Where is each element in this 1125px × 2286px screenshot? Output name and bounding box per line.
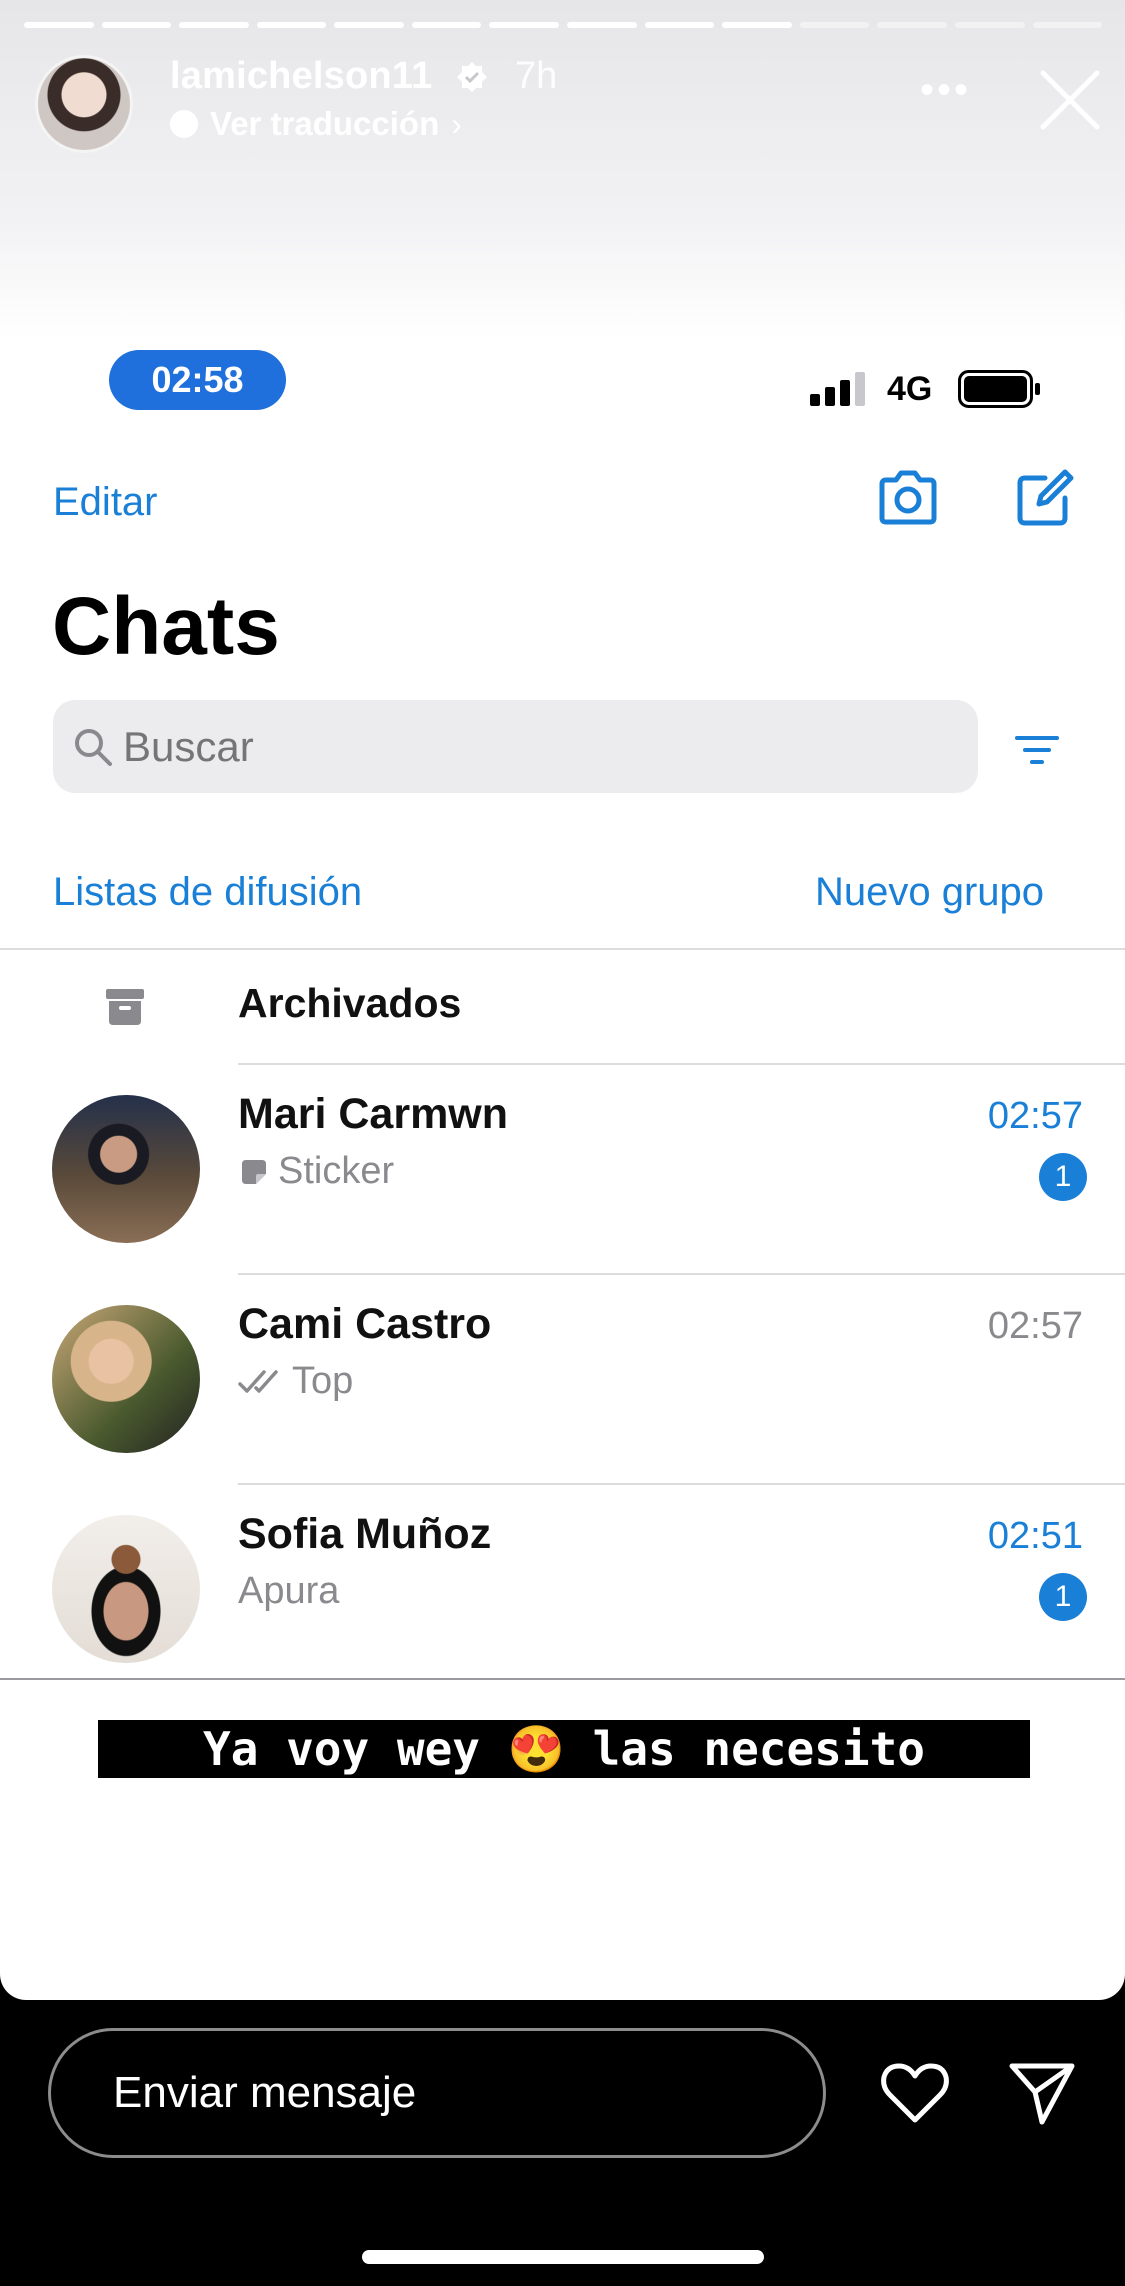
avatar [52,1305,200,1453]
progress-segment [101,22,172,28]
progress-segment [24,22,94,28]
translate-button[interactable]: Ver traducción › [170,105,462,143]
progress-segment [722,22,792,28]
chat-preview-text: Apura [238,1570,340,1612]
progress-segment [334,22,404,28]
close-icon[interactable] [1035,65,1105,135]
verified-badge-icon [457,62,487,92]
translate-icon [170,110,198,138]
story-caption: Ya voy wey 😍 las necesito [98,1720,1030,1778]
signal-icon [810,372,865,406]
translate-label: Ver traducción [210,105,440,142]
more-options-icon[interactable]: ••• [920,70,971,110]
chat-preview-text: Sticker [278,1150,395,1192]
page-title: Chats [52,581,280,672]
send-icon[interactable] [1008,2060,1076,2126]
chat-row[interactable]: Cami Castro 02:57 Top [0,1275,1125,1485]
network-type: 4G [887,370,933,408]
progress-segment [954,22,1025,28]
story-view[interactable]: lamichelson11 7h Ver traducción › ••• 02… [0,0,1125,2000]
camera-icon[interactable] [876,470,940,526]
chat-preview-text: Top [292,1360,354,1402]
chat-name: Sofia Muñoz [238,1510,492,1558]
progress-segment [567,22,637,28]
chat-name: Cami Castro [238,1300,492,1348]
search-icon [75,728,112,766]
chat-name: Mari Carmwn [238,1090,509,1138]
chat-row[interactable]: Mari Carmwn 02:57 Sticker 1 [0,1065,1125,1275]
battery-icon [958,370,1040,408]
double-check-icon [238,1369,278,1393]
divider [0,1678,1125,1680]
progress-segment [256,22,327,28]
status-clock: 02:58 [109,350,286,410]
compose-icon[interactable] [1015,468,1075,528]
progress-segment [799,22,870,28]
unread-badge: 1 [1039,1573,1087,1621]
edit-button[interactable]: Editar [53,480,158,525]
story-progress-bar [24,22,1103,28]
archived-row[interactable]: Archivados [0,950,1125,1065]
story-username[interactable]: lamichelson11 [170,55,432,98]
progress-segment [411,22,482,28]
reply-message-input[interactable]: Enviar mensaje [48,2028,826,2158]
progress-segment [489,22,560,28]
avatar [52,1095,200,1243]
new-group-link[interactable]: Nuevo grupo [815,870,1044,915]
chat-preview: Sticker [238,1150,394,1193]
story-avatar[interactable] [35,55,133,153]
sticker-icon [242,1159,266,1184]
home-indicator [362,2250,764,2264]
story-header: lamichelson11 7h Ver traducción › ••• [35,55,1100,153]
progress-segment [644,22,715,28]
search-bar[interactable] [53,700,978,793]
progress-segment [1032,22,1103,28]
filter-icon[interactable] [1015,735,1059,765]
chevron-right-icon: › [451,105,462,142]
unread-badge: 1 [1039,1153,1087,1201]
avatar [52,1515,200,1663]
chat-preview: Top [238,1360,353,1403]
chat-time: 02:51 [987,1515,1083,1557]
search-input[interactable] [123,722,943,771]
story-time: 7h [515,55,558,97]
broadcast-lists-link[interactable]: Listas de difusión [53,870,362,915]
archived-label: Archivados [238,980,462,1026]
progress-segment [877,22,947,28]
chat-preview: Apura [238,1570,339,1613]
heart-icon[interactable] [880,2062,950,2124]
chat-time: 02:57 [987,1095,1083,1137]
chat-time: 02:57 [987,1305,1083,1347]
archive-icon [106,989,144,1025]
progress-segment [179,22,249,28]
chat-row[interactable]: Sofia Muñoz 02:51 Apura 1 [0,1485,1125,1695]
